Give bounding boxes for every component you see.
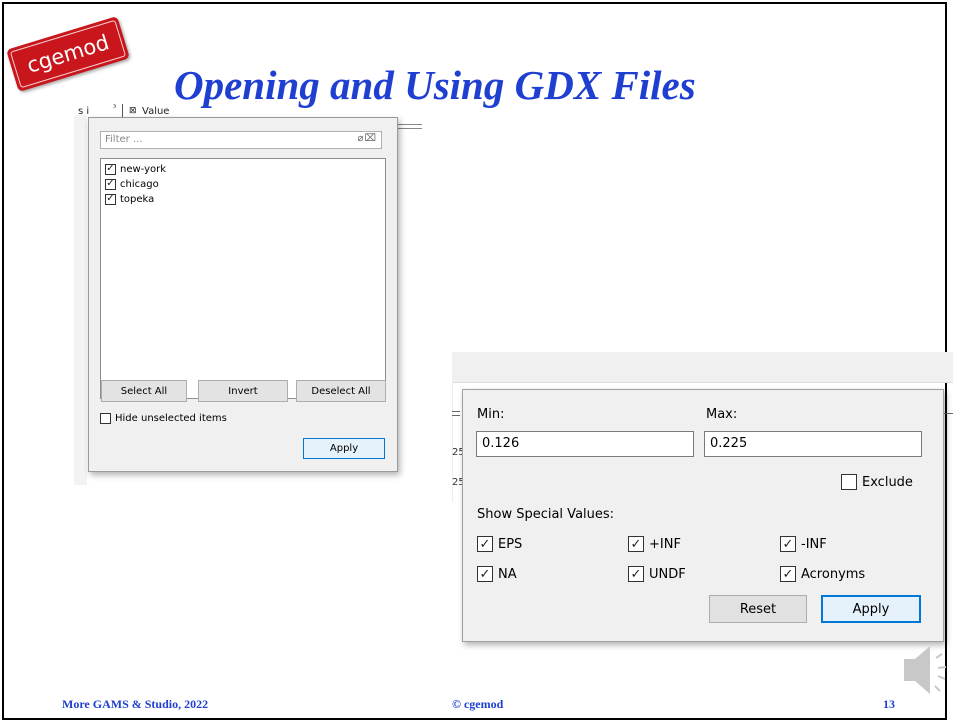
page-number: 13 — [883, 697, 895, 711]
list-item[interactable]: ✓ chicago — [105, 177, 159, 191]
eps-label: EPS — [498, 536, 523, 552]
item-checkbox[interactable]: ✓ — [105, 193, 116, 205]
list-filter-popup: Filter ... ⌀⌧ ✓ new-york ✓ chicago ✓ top… — [88, 117, 398, 472]
min-input[interactable]: 0.126 — [476, 431, 694, 457]
item-label: new-york — [120, 163, 167, 175]
acronyms-checkbox[interactable]: ✓ — [780, 566, 796, 582]
select-all-button[interactable]: Select All — [101, 380, 187, 402]
special-undf[interactable]: ✓ UNDF — [628, 566, 686, 582]
filter-placeholder: Filter ... — [105, 134, 143, 145]
special-eps[interactable]: ✓ EPS — [477, 536, 522, 552]
plus-inf-label: +INF — [649, 536, 681, 552]
hide-unselected-option[interactable]: Hide unselected items — [100, 413, 227, 424]
header-line-right — [398, 124, 422, 125]
column-header-i[interactable]: s i — [78, 106, 89, 117]
special-values-label: Show Special Values: — [477, 507, 615, 522]
undf-checkbox[interactable]: ✓ — [628, 566, 644, 582]
apply-filter-button[interactable]: Apply — [821, 595, 921, 623]
list-item[interactable]: ✓ new-york — [105, 162, 166, 176]
side-line — [452, 411, 460, 412]
filter-input[interactable]: Filter ... ⌀⌧ — [100, 131, 382, 149]
table-toolbar — [452, 352, 953, 383]
item-label: chicago — [120, 178, 159, 190]
side-line — [944, 413, 953, 414]
na-checkbox[interactable]: ✓ — [477, 566, 493, 582]
special-plus-inf[interactable]: ✓ +INF — [628, 536, 681, 552]
hide-unselected-checkbox[interactable] — [100, 413, 111, 424]
invert-button[interactable]: Invert — [198, 380, 288, 402]
clear-filter-icon[interactable]: ⌀⌧ — [357, 133, 377, 144]
column-header-value[interactable]: Value — [142, 106, 169, 117]
plus-inf-checkbox[interactable]: ✓ — [628, 536, 644, 552]
undf-label: UNDF — [649, 566, 686, 582]
hide-unselected-label: Hide unselected items — [115, 413, 227, 424]
value-filter-popup: Min: Max: 0.126 0.225 Exclude Show Speci… — [462, 389, 944, 642]
special-acronyms[interactable]: ✓ Acronyms — [780, 566, 865, 582]
acronyms-label: Acronyms — [801, 566, 866, 582]
minus-inf-checkbox[interactable]: ✓ — [780, 536, 796, 552]
item-checkbox[interactable]: ✓ — [105, 178, 116, 190]
header-line-right-2 — [398, 128, 422, 129]
footer-left: More GAMS & Studio, 2022 — [62, 697, 209, 711]
item-list[interactable]: ✓ new-york ✓ chicago ✓ topeka — [100, 158, 386, 399]
speaker-icon[interactable] — [902, 640, 952, 702]
min-label: Min: — [477, 407, 505, 422]
na-label: NA — [498, 566, 517, 582]
slide-title: Opening and Using GDX Files — [174, 62, 696, 108]
max-label: Max: — [706, 407, 738, 422]
filter-icon: ⊠ — [129, 106, 137, 116]
item-checkbox[interactable]: ✓ — [105, 163, 116, 175]
max-input[interactable]: 0.225 — [704, 431, 922, 457]
sort-icon: ³ — [113, 103, 117, 112]
item-label: topeka — [120, 193, 155, 205]
reset-button[interactable]: Reset — [709, 595, 807, 623]
list-item[interactable]: ✓ topeka — [105, 192, 154, 206]
deselect-all-button[interactable]: Deselect All — [296, 380, 386, 402]
special-minus-inf[interactable]: ✓ -INF — [780, 536, 827, 552]
special-na[interactable]: ✓ NA — [477, 566, 517, 582]
exclude-checkbox[interactable] — [841, 474, 857, 490]
eps-checkbox[interactable]: ✓ — [477, 536, 493, 552]
table-background-column — [74, 115, 87, 485]
side-line — [452, 415, 460, 416]
footer-center: © cgemod — [452, 697, 504, 711]
exclude-option[interactable]: Exclude — [841, 474, 913, 490]
minus-inf-label: -INF — [801, 536, 827, 552]
apply-button[interactable]: Apply — [303, 438, 385, 459]
exclude-label: Exclude — [862, 474, 913, 490]
